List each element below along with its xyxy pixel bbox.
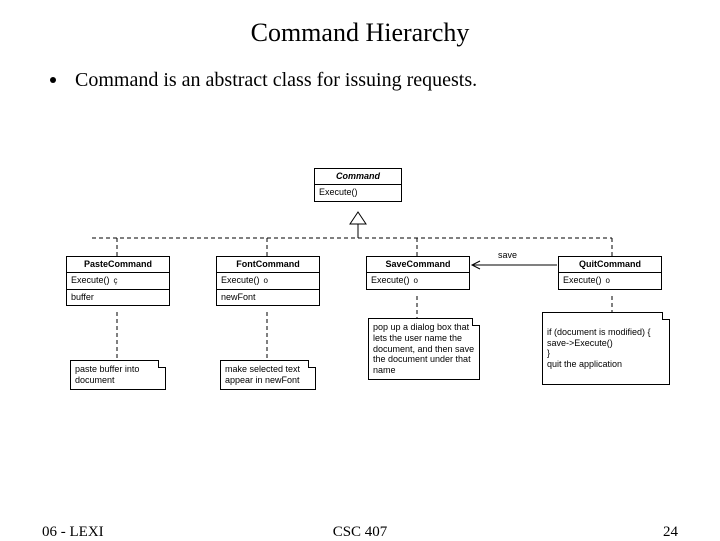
note-fold-icon bbox=[158, 360, 166, 368]
note-paste: paste buffer into document bbox=[70, 360, 166, 390]
bullet-item: Command is an abstract class for issuing… bbox=[50, 68, 477, 92]
realization-marker-icon: o bbox=[414, 276, 418, 285]
note-fold-icon bbox=[662, 312, 670, 320]
class-attr: buffer bbox=[67, 289, 169, 305]
note-fold-icon bbox=[308, 360, 316, 368]
page-title: Command Hierarchy bbox=[0, 18, 720, 48]
bullet-text: Command is an abstract class for issuing… bbox=[75, 69, 477, 91]
class-op: Execute()o bbox=[367, 272, 469, 288]
class-op: Execute() bbox=[315, 184, 401, 200]
class-name: Command bbox=[315, 169, 401, 184]
class-name: PasteCommand bbox=[67, 257, 169, 272]
connector-lines bbox=[52, 160, 672, 460]
class-name: SaveCommand bbox=[367, 257, 469, 272]
class-op: Execute()o bbox=[559, 272, 661, 288]
footer-center: CSC 407 bbox=[0, 524, 720, 541]
class-font: FontCommand Execute()o newFont bbox=[216, 256, 320, 306]
class-quit: QuitCommand Execute()o bbox=[558, 256, 662, 290]
class-attr: newFont bbox=[217, 289, 319, 305]
note-fold-icon bbox=[472, 318, 480, 326]
class-op: Execute()ç bbox=[67, 272, 169, 288]
note-text: make selected text appear in newFont bbox=[225, 364, 300, 385]
slide: Command Hierarchy Command is an abstract… bbox=[0, 0, 720, 540]
class-paste: PasteCommand Execute()ç buffer bbox=[66, 256, 170, 306]
note-save: pop up a dialog box that lets the user n… bbox=[368, 318, 480, 380]
bullet-dot-icon bbox=[50, 77, 56, 83]
note-text: paste buffer into document bbox=[75, 364, 139, 385]
note-quit: if (document is modified) { save->Execut… bbox=[542, 312, 670, 385]
uml-diagram: Command Execute() PasteCommand Execute()… bbox=[52, 160, 672, 460]
assoc-label-save: save bbox=[498, 250, 517, 260]
class-name: QuitCommand bbox=[559, 257, 661, 272]
note-text: pop up a dialog box that lets the user n… bbox=[373, 322, 474, 375]
note-font: make selected text appear in newFont bbox=[220, 360, 316, 390]
note-text: if (document is modified) { save->Execut… bbox=[547, 327, 651, 369]
realization-marker-icon: o bbox=[264, 276, 268, 285]
realization-marker-icon: ç bbox=[114, 276, 118, 285]
class-op: Execute()o bbox=[217, 272, 319, 288]
class-name: FontCommand bbox=[217, 257, 319, 272]
class-save: SaveCommand Execute()o bbox=[366, 256, 470, 290]
realization-marker-icon: o bbox=[606, 276, 610, 285]
footer-right: 24 bbox=[663, 524, 678, 541]
class-command: Command Execute() bbox=[314, 168, 402, 202]
